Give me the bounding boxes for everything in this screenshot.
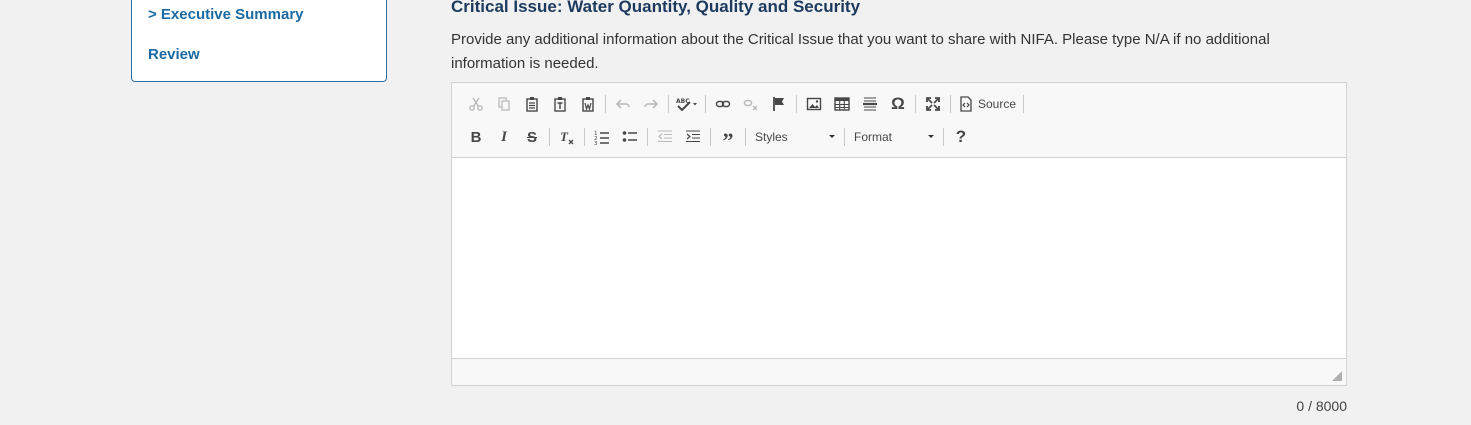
chevron-down-icon (829, 135, 835, 138)
copy-icon[interactable] (490, 92, 518, 116)
anchor-flag-icon[interactable] (765, 92, 793, 116)
toolbar-row-1: ABC Ω Source (462, 91, 1027, 117)
styles-dropdown-label: Styles (755, 130, 788, 144)
horizontal-line-icon[interactable] (856, 92, 884, 116)
bulleted-list-icon[interactable] (616, 125, 644, 149)
source-button[interactable]: Source (954, 92, 1020, 116)
toolbar-separator (710, 128, 711, 146)
rich-text-editor: ABC Ω Source B I S T 1 2 3 ” Styles Form… (451, 82, 1347, 386)
toolbar-separator (943, 128, 944, 146)
special-character-icon[interactable]: Ω (884, 92, 912, 116)
svg-text:T: T (560, 129, 569, 144)
toolbar-separator (605, 95, 606, 113)
section-title: Critical Issue: Water Quantity, Quality … (451, 0, 861, 16)
toolbar-separator (668, 95, 669, 113)
toolbar-separator (844, 128, 845, 146)
section-nav: > Executive Summary Review (131, 0, 387, 82)
character-counter: 0 / 8000 (1296, 398, 1347, 414)
toolbar-separator (584, 128, 585, 146)
paste-word-icon[interactable] (574, 92, 602, 116)
nav-link-executive-summary[interactable]: > Executive Summary (148, 6, 304, 23)
maximize-icon[interactable] (919, 92, 947, 116)
paste-text-icon[interactable] (546, 92, 574, 116)
strikethrough-icon[interactable]: S (518, 125, 546, 149)
format-dropdown-label: Format (854, 130, 893, 144)
editor-content-area[interactable] (452, 158, 1346, 359)
decrease-indent-icon[interactable] (651, 125, 679, 149)
format-dropdown[interactable]: Format (848, 125, 940, 149)
bold-icon[interactable]: B (462, 125, 490, 149)
table-icon[interactable] (828, 92, 856, 116)
source-icon (960, 96, 972, 112)
toolbar-separator (915, 95, 916, 113)
link-icon[interactable] (709, 92, 737, 116)
unlink-icon[interactable] (737, 92, 765, 116)
toolbar-separator (705, 95, 706, 113)
toolbar-separator (549, 128, 550, 146)
toolbar-separator (745, 128, 746, 146)
cut-icon[interactable] (462, 92, 490, 116)
image-icon[interactable] (800, 92, 828, 116)
redo-icon[interactable] (637, 92, 665, 116)
styles-dropdown[interactable]: Styles (749, 125, 841, 149)
blockquote-icon[interactable]: ” (714, 125, 742, 152)
spellcheck-icon[interactable]: ABC (672, 92, 702, 116)
chevron-down-icon (928, 135, 934, 138)
toolbar-separator (796, 95, 797, 113)
help-icon[interactable]: ? (947, 125, 975, 149)
source-label: Source (978, 97, 1017, 111)
toolbar-separator (1023, 95, 1025, 113)
resize-grip-icon[interactable] (1332, 371, 1342, 381)
numbered-list-icon[interactable]: 123 (588, 125, 616, 149)
svg-text:3: 3 (594, 141, 598, 145)
undo-icon[interactable] (609, 92, 637, 116)
instructions-text: Provide any additional information about… (451, 31, 1270, 72)
remove-format-icon[interactable]: T (553, 125, 581, 149)
increase-indent-icon[interactable] (679, 125, 707, 149)
italic-icon[interactable]: I (490, 125, 518, 149)
toolbar-separator (950, 95, 951, 113)
toolbar-separator (647, 128, 648, 146)
nav-link-review[interactable]: Review (148, 46, 200, 63)
editor-toolbar: ABC Ω Source B I S T 1 2 3 ” Styles Form… (452, 83, 1346, 158)
toolbar-row-2: B I S T 123 ” Styles Format ? (462, 124, 975, 152)
paste-icon[interactable] (518, 92, 546, 116)
